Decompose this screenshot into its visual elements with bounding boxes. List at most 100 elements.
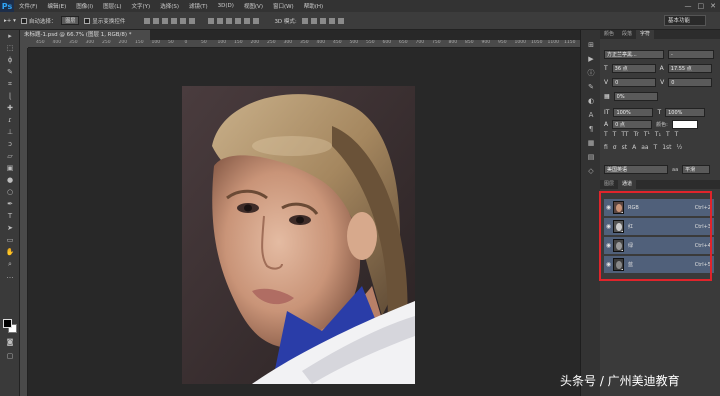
type-tool-icon[interactable]: T [0, 210, 20, 222]
menu-edit[interactable]: 编辑(E) [42, 2, 71, 10]
3d-rotate-icon[interactable] [301, 17, 308, 24]
quick-select-tool-icon[interactable]: ✎ [0, 66, 20, 78]
vertical-scale-field[interactable]: 100% [613, 108, 654, 117]
menu-window[interactable]: 窗口(W) [268, 2, 299, 10]
maximize-button[interactable]: □ [698, 2, 705, 10]
brush-tool-icon[interactable]: ɾ [0, 114, 20, 126]
menu-filter[interactable]: 滤镜(T) [184, 2, 213, 10]
fractions-button[interactable]: ½ [677, 144, 683, 151]
menu-layer[interactable]: 图层(L) [98, 2, 126, 10]
history-panel-icon[interactable]: ⊞ [581, 38, 601, 52]
3d-slide-icon[interactable] [328, 17, 335, 24]
brush-panel-icon[interactable]: ✎ [581, 80, 601, 94]
align-bottom-icon[interactable] [162, 17, 169, 24]
subscript-button[interactable]: T₁ [655, 131, 661, 138]
align-hcenter-icon[interactable] [180, 17, 187, 24]
align-right-icon[interactable] [189, 17, 196, 24]
color-swatches[interactable] [3, 319, 17, 333]
ordinals-button[interactable]: 1st [662, 144, 671, 151]
distribute-buttons[interactable] [208, 17, 260, 24]
text-color-swatch[interactable] [671, 120, 698, 129]
align-buttons[interactable] [144, 17, 196, 24]
distribute-hcenter-icon[interactable] [244, 17, 251, 24]
tab-channels[interactable]: 通道 [618, 180, 637, 189]
titling-button[interactable]: T [654, 144, 658, 151]
align-vcenter-icon[interactable] [153, 17, 160, 24]
faux-bold-button[interactable]: T [604, 131, 608, 138]
stylistic-alternates-button[interactable]: aa [641, 144, 648, 151]
distribute-right-icon[interactable] [253, 17, 260, 24]
menu-image[interactable]: 图像(I) [71, 2, 98, 10]
ligature-button[interactable]: fi [604, 144, 608, 151]
shape-tool-icon[interactable]: ▭ [0, 234, 20, 246]
gradient-tool-icon[interactable]: ▣ [0, 162, 20, 174]
small-caps-button[interactable]: Tr [634, 131, 639, 138]
horizontal-scale-field[interactable]: 100% [665, 108, 706, 117]
distribute-vcenter-icon[interactable] [217, 17, 224, 24]
menu-3d[interactable]: 3D(D) [213, 3, 239, 9]
superscript-button[interactable]: T¹ [644, 131, 650, 138]
actions-panel-icon[interactable]: ▶ [581, 52, 601, 66]
distribute-left-icon[interactable] [235, 17, 242, 24]
quick-mask-icon[interactable]: ◙ [0, 336, 20, 348]
kerning-field[interactable]: 0 [612, 78, 657, 87]
eraser-tool-icon[interactable]: ▱ [0, 150, 20, 162]
clone-stamp-tool-icon[interactable]: ⊥ [0, 126, 20, 138]
3d-scale-icon[interactable] [337, 17, 344, 24]
align-left-icon[interactable] [171, 17, 178, 24]
align-top-icon[interactable] [144, 17, 151, 24]
minimize-button[interactable]: — [685, 2, 692, 10]
styles-panel-icon[interactable]: ▤ [581, 150, 601, 164]
blur-tool-icon[interactable]: ● [0, 174, 20, 186]
menu-help[interactable]: 帮助(H) [299, 2, 328, 10]
menu-select[interactable]: 选择(S) [155, 2, 184, 10]
healing-brush-tool-icon[interactable]: ✚ [0, 102, 20, 114]
tab-paragraph[interactable]: 段落 [618, 30, 636, 39]
underline-button[interactable]: T [666, 131, 670, 138]
foreground-color-swatch[interactable] [3, 319, 12, 328]
screen-mode-icon[interactable]: ▢ [0, 350, 20, 362]
font-family-select[interactable]: 方正兰亭黑... [604, 50, 664, 59]
tab-color[interactable]: 颜色 [600, 30, 618, 39]
3d-mode-buttons[interactable] [301, 17, 344, 24]
paths-panel-icon[interactable]: ◇ [581, 164, 601, 178]
tab-character[interactable]: 字符 [636, 30, 655, 39]
all-caps-button[interactable]: TT [621, 131, 628, 138]
leading-field[interactable]: 17.55 点 [667, 64, 712, 73]
font-style-select[interactable]: - [668, 50, 714, 59]
strikethrough-button[interactable]: T [675, 131, 679, 138]
show-transform-checkbox[interactable]: 显示变换控件 [84, 17, 125, 25]
move-tool-icon[interactable]: ▸ [0, 30, 20, 42]
swash-button[interactable]: A [632, 144, 636, 151]
lasso-tool-icon[interactable]: ϕ [0, 54, 20, 66]
adjustments-panel-icon[interactable]: ◐ [581, 94, 601, 108]
paragraph-panel-icon[interactable]: ¶ [581, 122, 601, 136]
pen-tool-icon[interactable]: ✒ [0, 198, 20, 210]
menu-type[interactable]: 文字(Y) [127, 2, 156, 10]
eyedropper-tool-icon[interactable]: ɭ [0, 90, 20, 102]
path-select-tool-icon[interactable]: ➤ [0, 222, 20, 234]
auto-select-checkbox[interactable]: 自动选择： [20, 17, 56, 25]
faux-italic-button[interactable]: T [613, 131, 617, 138]
close-button[interactable]: ✕ [710, 2, 716, 10]
auto-select-dropdown[interactable]: 图层 [61, 16, 80, 25]
document-tab[interactable]: 未标题-1.psd @ 66.7% (图层 1, RGB/8) * [20, 30, 150, 40]
menu-view[interactable]: 视图(V) [239, 2, 268, 10]
discretionary-ligature-button[interactable]: st [622, 144, 627, 151]
swatches-panel-icon[interactable]: ▦ [581, 136, 601, 150]
marquee-tool-icon[interactable]: ⬚ [0, 42, 20, 54]
history-brush-tool-icon[interactable]: ↄ [0, 138, 20, 150]
menu-file[interactable]: 文件(F) [14, 2, 42, 10]
more-tools-icon[interactable]: … [0, 270, 20, 282]
baseline-shift-field[interactable]: 0 点 [612, 120, 653, 129]
font-size-field[interactable]: 36 点 [611, 64, 656, 73]
move-tool-icon[interactable]: ▸+ ▾ [4, 18, 16, 24]
3d-roll-icon[interactable] [310, 17, 317, 24]
tsume-field[interactable]: 0% [613, 92, 658, 101]
antialias-select[interactable]: 平滑 [682, 165, 711, 174]
crop-tool-icon[interactable]: ⌗ [0, 78, 20, 90]
language-select[interactable]: 美国英语 [604, 165, 668, 174]
contextual-alternates-button[interactable]: σ [613, 144, 617, 151]
distribute-bottom-icon[interactable] [226, 17, 233, 24]
tracking-field[interactable]: 0 [668, 78, 713, 87]
